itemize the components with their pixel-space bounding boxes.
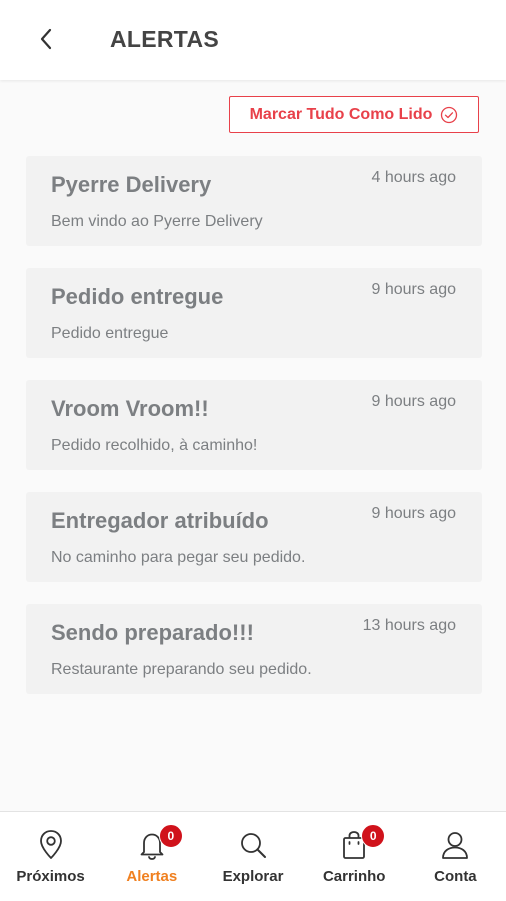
alert-message: Pedido entregue	[51, 325, 169, 342]
nav-label: Alertas	[126, 868, 178, 885]
nav-item-alertas[interactable]: 0 Alertas	[101, 812, 202, 901]
shopping-bag-icon: 0	[337, 824, 386, 862]
alerts-list: Pyerre Delivery 4 hours ago Bem vindo ao…	[26, 156, 482, 716]
nav-label: Próximos	[16, 868, 85, 885]
alert-title: Pedido entregue	[51, 284, 224, 309]
nav-label: Carrinho	[322, 868, 386, 885]
alert-time: 4 hours ago	[371, 169, 456, 186]
alert-time: 9 hours ago	[371, 281, 456, 298]
location-pin-icon	[34, 828, 68, 862]
nav-label: Explorar	[222, 868, 284, 885]
search-icon	[236, 828, 270, 862]
check-circle-icon	[441, 106, 458, 123]
alert-message: Restaurante preparando seu pedido.	[51, 661, 312, 678]
alert-title: Vroom Vroom!!	[51, 396, 209, 421]
nav-item-carrinho[interactable]: 0 Carrinho	[304, 812, 405, 901]
nav-item-proximos[interactable]: Próximos	[0, 812, 101, 901]
nav-item-conta[interactable]: Conta	[405, 812, 506, 901]
user-icon	[438, 828, 472, 862]
alert-time: 13 hours ago	[362, 617, 456, 634]
cart-badge: 0	[361, 824, 386, 848]
alert-title: Pyerre Delivery	[51, 172, 212, 197]
alert-title: Entregador atribuído	[51, 508, 269, 533]
app-header: ALERTAS	[0, 0, 506, 80]
nav-item-explorar[interactable]: Explorar	[202, 812, 303, 901]
alert-card[interactable]: Pyerre Delivery 4 hours ago Bem vindo ao…	[26, 156, 482, 246]
alert-message: Bem vindo ao Pyerre Delivery	[51, 213, 263, 230]
alert-time: 9 hours ago	[371, 393, 456, 410]
back-button[interactable]	[32, 24, 62, 54]
notification-badge: 0	[158, 824, 183, 848]
alert-card[interactable]: Vroom Vroom!! 9 hours ago Pedido recolhi…	[26, 380, 482, 470]
alert-message: No caminho para pegar seu pedido.	[51, 549, 306, 566]
alert-message: Pedido recolhido, à caminho!	[51, 437, 258, 454]
nav-label: Conta	[434, 868, 477, 885]
alert-card[interactable]: Entregador atribuído 9 hours ago No cami…	[26, 492, 482, 582]
chevron-left-icon	[40, 28, 52, 50]
mark-all-read-label: Marcar Tudo Como Lido	[249, 105, 433, 123]
alert-title: Sendo preparado!!!	[51, 620, 254, 645]
bell-icon: 0	[135, 824, 183, 862]
mark-all-read-button[interactable]: Marcar Tudo Como Lido	[229, 96, 479, 133]
page-title: ALERTAS	[110, 26, 220, 52]
alert-time: 9 hours ago	[371, 505, 456, 522]
alert-card[interactable]: Sendo preparado!!! 13 hours ago Restaura…	[26, 604, 482, 694]
alert-card[interactable]: Pedido entregue 9 hours ago Pedido entre…	[26, 268, 482, 358]
bottom-navigation: Próximos 0 Alertas Explorar 0 Carrinho C…	[0, 811, 506, 901]
